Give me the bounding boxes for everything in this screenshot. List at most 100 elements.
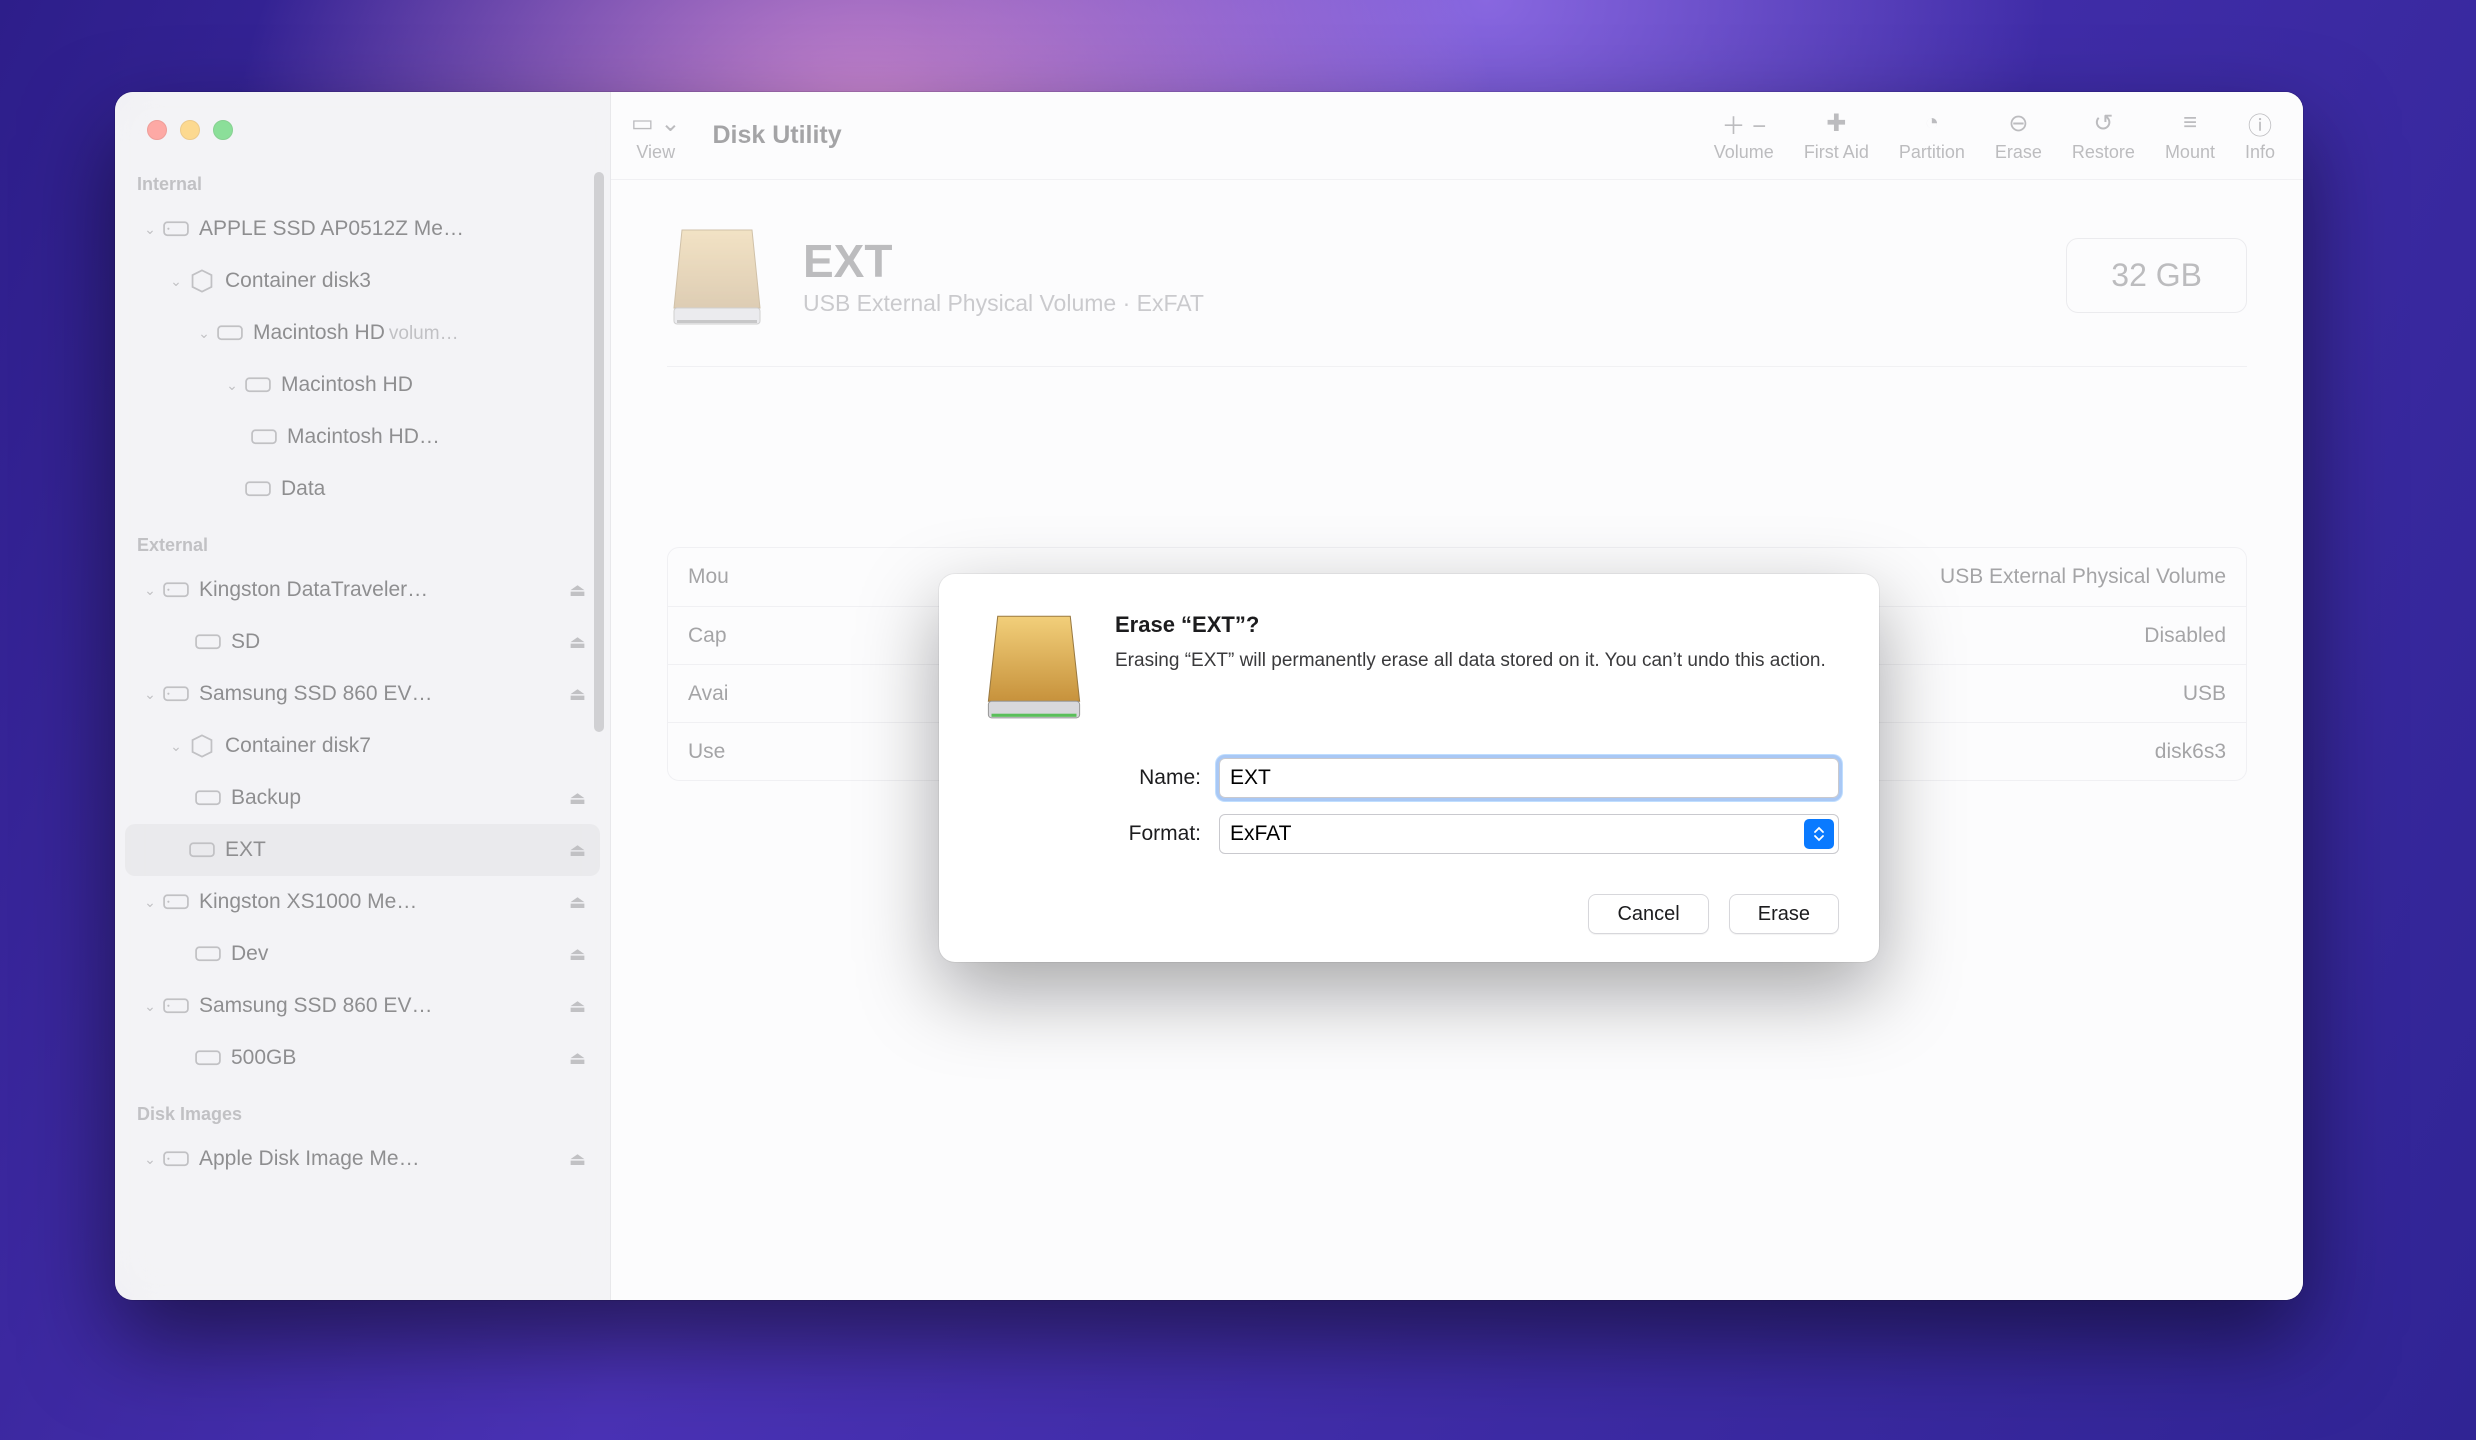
- eject-icon[interactable]: ⏏: [569, 632, 592, 653]
- volume-icon: [195, 944, 221, 964]
- sidebar-item-disk-image[interactable]: ⌄ Apple Disk Image Me… ⏏: [125, 1133, 600, 1185]
- sidebar-item-container[interactable]: ⌄ Container disk7: [125, 720, 600, 772]
- sidebar-item-disk[interactable]: ⌄ Samsung SSD 860 EV… ⏏: [125, 668, 600, 720]
- sidebar-scrollbar[interactable]: [590, 172, 608, 1290]
- close-button[interactable]: [147, 120, 167, 140]
- info-key: Avai: [668, 682, 888, 706]
- sidebar-item-container[interactable]: ⌄ Container disk3: [125, 255, 600, 307]
- chevron-down-icon[interactable]: ⌄: [141, 998, 159, 1015]
- sidebar-item-label: Dev: [231, 942, 569, 966]
- sidebar-item-label: Kingston DataTraveler…: [199, 578, 569, 602]
- erase-confirm-button[interactable]: Erase: [1729, 894, 1839, 934]
- sidebar-item-label: Container disk3: [225, 269, 592, 293]
- toolbar-label: Info: [2245, 142, 2275, 163]
- toolbar: ▭ ⌄ View Disk Utility ＋ −Volume ✚First A…: [611, 92, 2303, 180]
- zoom-button[interactable]: [213, 120, 233, 140]
- external-drive-icon: [667, 220, 767, 330]
- chevron-down-icon[interactable]: ⌄: [141, 582, 159, 599]
- container-icon: [189, 271, 215, 291]
- sidebar-item-volume[interactable]: Dev ⏏: [125, 928, 600, 980]
- chevron-down-icon[interactable]: ⌄: [141, 686, 159, 703]
- disk-utility-window: Internal ⌄ APPLE SSD AP0512Z Me… ⌄ Conta…: [115, 92, 2303, 1300]
- sidebar-item-disk[interactable]: ⌄ Kingston DataTraveler… ⏏: [125, 564, 600, 616]
- chevron-down-icon[interactable]: ⌄: [167, 738, 185, 755]
- sidebar-item-label: Container disk7: [225, 734, 592, 758]
- traffic-lights: [115, 120, 610, 140]
- first-aid-button[interactable]: ✚First Aid: [1804, 108, 1869, 163]
- sidebar-item-volume[interactable]: Backup ⏏: [125, 772, 600, 824]
- view-menu-button[interactable]: ▭ ⌄ View: [631, 108, 680, 163]
- sidebar-item-label: Data: [281, 477, 592, 501]
- sidebar-item-label: Macintosh HDvolum…: [253, 321, 592, 345]
- container-icon: [189, 736, 215, 756]
- toolbar-label: Volume: [1714, 142, 1774, 163]
- volume-icon: [251, 427, 277, 447]
- format-select[interactable]: ExFAT: [1219, 814, 1839, 854]
- volume-icon: [245, 375, 271, 395]
- sidebar-item-disk[interactable]: ⌄ Samsung SSD 860 EV… ⏏: [125, 980, 600, 1032]
- sidebar-item-label: Samsung SSD 860 EV…: [199, 994, 569, 1018]
- name-input[interactable]: [1219, 758, 1839, 798]
- disk-icon: [163, 1149, 189, 1169]
- chevron-down-icon[interactable]: ⌄: [195, 325, 213, 342]
- minimize-button[interactable]: [180, 120, 200, 140]
- sidebar: Internal ⌄ APPLE SSD AP0512Z Me… ⌄ Conta…: [115, 92, 611, 1300]
- chevron-down-icon[interactable]: ⌄: [223, 377, 241, 394]
- restore-button[interactable]: ↺Restore: [2072, 108, 2135, 163]
- info-button[interactable]: ⓘ Info: [2245, 108, 2275, 163]
- sidebar-item-disk[interactable]: ⌄ APPLE SSD AP0512Z Me…: [125, 203, 600, 255]
- cancel-button[interactable]: Cancel: [1588, 894, 1708, 934]
- eject-icon[interactable]: ⏏: [569, 788, 592, 809]
- eject-icon[interactable]: ⏏: [569, 684, 592, 705]
- erase-icon: ⊖: [2008, 108, 2028, 138]
- eject-icon[interactable]: ⏏: [569, 892, 592, 913]
- eject-icon[interactable]: ⏏: [569, 944, 592, 965]
- divider: [667, 366, 2247, 367]
- volume-name: EXT: [803, 234, 1204, 288]
- chevron-down-icon[interactable]: ⌄: [167, 273, 185, 290]
- volume-icon: [195, 1048, 221, 1068]
- volume-icon: [217, 323, 243, 343]
- sidebar-item-snapshot[interactable]: Macintosh HD…: [125, 411, 600, 463]
- eject-icon[interactable]: ⏏: [569, 1048, 592, 1069]
- sidebar-item-disk[interactable]: ⌄ Kingston XS1000 Me… ⏏: [125, 876, 600, 928]
- sidebar-item-label: APPLE SSD AP0512Z Me…: [199, 217, 592, 241]
- sidebar-item-volume[interactable]: ⌄ Macintosh HD: [125, 359, 600, 411]
- sidebar-item-volume-selected[interactable]: EXT ⏏: [125, 824, 600, 876]
- sidebar-item-label: 500GB: [231, 1046, 569, 1070]
- sidebar-item-volume[interactable]: 500GB ⏏: [125, 1032, 600, 1084]
- eject-icon[interactable]: ⏏: [569, 840, 592, 861]
- partition-button[interactable]: ◔Partition: [1899, 108, 1965, 163]
- disk-icon: [163, 684, 189, 704]
- name-label: Name:: [979, 766, 1201, 790]
- sidebar-toggle-icon: ▭ ⌄: [631, 108, 680, 138]
- volume-icon: [245, 479, 271, 499]
- chevron-down-icon[interactable]: ⌄: [141, 1151, 159, 1168]
- pie-icon: ◔: [1925, 108, 1940, 138]
- info-key: Mou: [668, 565, 888, 589]
- volume-button[interactable]: ＋ −Volume: [1714, 108, 1774, 163]
- chevron-down-icon[interactable]: ⌄: [141, 894, 159, 911]
- sidebar-item-label: Macintosh HD…: [287, 425, 592, 449]
- sidebar-section-internal: Internal: [115, 168, 610, 203]
- chevron-down-icon[interactable]: ⌄: [141, 221, 159, 238]
- mount-icon: ≡: [2183, 108, 2197, 138]
- sidebar-item-volume[interactable]: Data: [125, 463, 600, 515]
- scrollbar-thumb[interactable]: [594, 172, 604, 732]
- disk-icon: [163, 996, 189, 1016]
- eject-icon[interactable]: ⏏: [569, 1149, 592, 1170]
- sidebar-item-volume-group[interactable]: ⌄ Macintosh HDvolum…: [125, 307, 600, 359]
- erase-button[interactable]: ⊖Erase: [1995, 108, 2042, 163]
- eject-icon[interactable]: ⏏: [569, 580, 592, 601]
- info-key: Use: [668, 740, 888, 764]
- info-icon: ⓘ: [2248, 108, 2272, 138]
- external-drive-icon: [979, 608, 1089, 722]
- sidebar-section-disk-images: Disk Images: [115, 1098, 610, 1133]
- sidebar-item-label: SD: [231, 630, 569, 654]
- sidebar-item-volume[interactable]: SD ⏏: [125, 616, 600, 668]
- sidebar-section-external: External: [115, 529, 610, 564]
- eject-icon[interactable]: ⏏: [569, 996, 592, 1017]
- format-value: ExFAT: [1230, 822, 1291, 846]
- mount-button[interactable]: ≡Mount: [2165, 108, 2215, 163]
- toolbar-label: Restore: [2072, 142, 2135, 163]
